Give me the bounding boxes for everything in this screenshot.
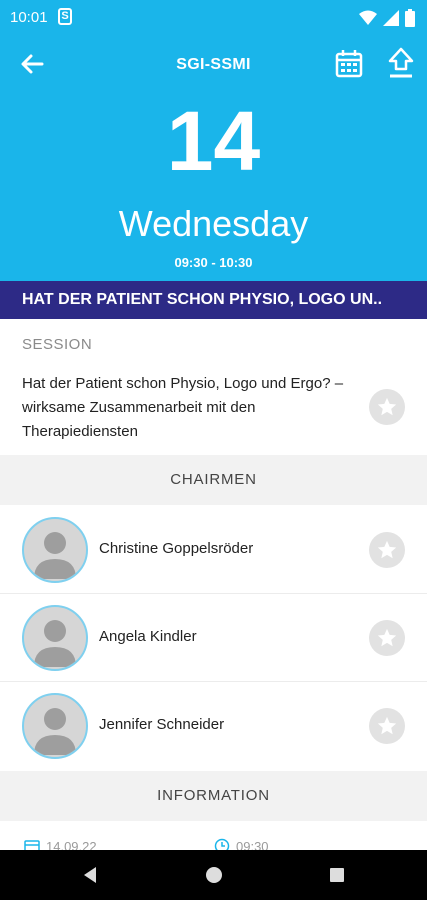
wifi-icon bbox=[359, 10, 377, 25]
nav-back-icon bbox=[84, 867, 96, 883]
person-placeholder-icon bbox=[34, 620, 76, 667]
favorite-person-button[interactable] bbox=[369, 708, 405, 744]
battery-icon bbox=[405, 9, 415, 27]
favorite-person-button[interactable] bbox=[369, 532, 405, 568]
nav-recents-button[interactable] bbox=[325, 863, 349, 887]
star-icon bbox=[377, 628, 397, 647]
person-placeholder-icon bbox=[34, 532, 76, 579]
signal-icon bbox=[383, 10, 399, 26]
chairman-row[interactable]: Jennifer Schneider bbox=[0, 682, 427, 770]
person-placeholder-icon bbox=[34, 708, 76, 755]
share-upload-icon bbox=[388, 47, 414, 78]
chairman-name: Christine Goppelsröder bbox=[99, 540, 254, 557]
app-notification-icon: S bbox=[58, 8, 72, 25]
chairman-name: Angela Kindler bbox=[99, 628, 197, 645]
status-icons bbox=[359, 9, 415, 27]
chairman-row[interactable]: Christine Goppelsröder bbox=[0, 506, 427, 594]
star-icon bbox=[377, 397, 397, 416]
favorite-person-button[interactable] bbox=[369, 620, 405, 656]
session-header: 10:01 S SGI-SSMI 14 Wednesday 09:30 - 10… bbox=[0, 0, 427, 281]
session-title-banner: HAT DER PATIENT SCHON PHYSIO, LOGO UN.. bbox=[0, 281, 427, 319]
information-header: INFORMATION bbox=[0, 771, 427, 821]
status-bar: 10:01 S bbox=[0, 0, 427, 36]
time-range: 09:30 - 10:30 bbox=[174, 255, 253, 270]
session-description: Hat der Patient schon Physio, Logo und E… bbox=[22, 375, 344, 440]
avatar bbox=[22, 693, 88, 759]
add-to-calendar-button[interactable] bbox=[334, 48, 364, 80]
avatar bbox=[22, 605, 88, 671]
nav-recents-icon bbox=[330, 868, 344, 882]
calendar-icon bbox=[335, 50, 363, 78]
nav-home-button[interactable] bbox=[202, 863, 226, 887]
top-app-bar: SGI-SSMI bbox=[0, 40, 427, 88]
nav-home-icon bbox=[206, 867, 222, 883]
session-label: SESSION bbox=[22, 336, 93, 353]
avatar bbox=[22, 517, 88, 583]
chairmen-header: CHAIRMEN bbox=[0, 455, 427, 505]
chairman-row[interactable]: Angela Kindler bbox=[0, 594, 427, 682]
day-name: Wednesday bbox=[118, 203, 309, 244]
nav-back-button[interactable] bbox=[78, 863, 102, 887]
star-icon bbox=[377, 716, 397, 735]
day-number: 14 bbox=[166, 94, 261, 188]
status-time: 10:01 bbox=[10, 9, 48, 26]
star-icon bbox=[377, 540, 397, 559]
system-navigation-bar bbox=[0, 850, 427, 900]
share-button[interactable] bbox=[385, 46, 417, 80]
information-row: 14.09.22 09:30 bbox=[0, 822, 427, 854]
chairman-name: Jennifer Schneider bbox=[99, 716, 225, 733]
favorite-session-button[interactable] bbox=[369, 389, 405, 425]
